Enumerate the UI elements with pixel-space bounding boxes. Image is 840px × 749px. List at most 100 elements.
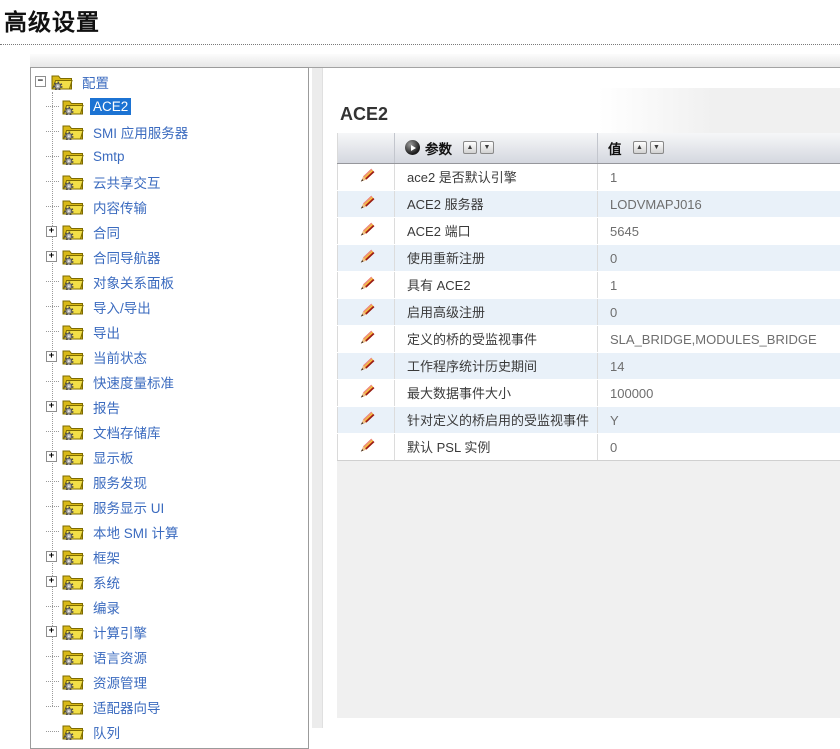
tree-item-label[interactable]: 适配器向导 [90,696,164,718]
tree-item-label[interactable]: 合同 [90,221,123,243]
tree-item-计算引擎[interactable]: + 计算引擎 [31,619,308,644]
tree-item-label[interactable]: 本地 SMI 计算 [90,521,182,543]
config-folder-icon [62,548,84,565]
tree-expander-icon[interactable]: + [46,626,57,637]
tree-expander-icon[interactable]: + [46,451,57,462]
tree-item-配置[interactable]: − 配置 [31,69,308,94]
table-row: 具有 ACE2 1 [338,271,840,298]
tree-item-适配器向导[interactable]: 适配器向导 [31,694,308,719]
edit-pencil-button[interactable] [357,194,376,217]
tree-expander-icon[interactable]: + [46,576,57,587]
tree-branch-line [46,506,59,508]
tree-item-云共享交互[interactable]: 云共享交互 [31,169,308,194]
tree-item-label[interactable]: 对象关系面板 [90,271,177,293]
tree-item-label[interactable]: 当前状态 [90,346,150,368]
tree-item-当前状态[interactable]: + 当前状态 [31,344,308,369]
tree-item-label[interactable]: 导入/导出 [90,296,154,318]
value-sort-asc-button[interactable]: ▲ [633,141,647,154]
edit-pencil-button[interactable] [357,437,376,460]
tree-expander-icon[interactable]: + [46,251,57,262]
tree-item-编录[interactable]: 编录 [31,594,308,619]
tree-item-label[interactable]: 服务发现 [90,471,150,493]
tree-item-本地 SMI 计算[interactable]: 本地 SMI 计算 [31,519,308,544]
tree-expander-icon[interactable]: + [46,351,57,362]
param-sort-asc-button[interactable]: ▲ [463,141,477,154]
edit-pencil-button[interactable] [357,275,376,298]
edit-pencil-button[interactable] [357,167,376,190]
tree-item-ACE2[interactable]: ACE2 [31,94,308,119]
edit-pencil-button[interactable] [357,248,376,271]
settings-tree: − 配置 ACE2 SMI [31,68,308,744]
tree-item-label[interactable]: 显示板 [90,446,137,468]
tree-expander-icon[interactable]: + [46,551,57,562]
tree-item-label[interactable]: 框架 [90,546,123,568]
tree-item-导出[interactable]: 导出 [31,319,308,344]
tree-item-label[interactable]: 导出 [90,321,123,343]
tree-item-label[interactable]: 服务显示 UI [90,496,167,518]
tree-item-label[interactable]: Smtp [90,148,128,165]
tree-item-label[interactable]: 资源管理 [90,671,150,693]
edit-pencil-button[interactable] [357,410,376,433]
pane-splitter[interactable] [312,68,323,728]
tree-item-label[interactable]: 云共享交互 [90,171,164,193]
tree-item-报告[interactable]: + 报告 [31,394,308,419]
edit-cell [338,190,395,217]
tree-expander-icon[interactable]: + [46,401,57,412]
tree-item-合同[interactable]: + 合同 [31,219,308,244]
edit-pencil-button[interactable] [357,302,376,325]
config-folder-icon [62,698,84,715]
table-row: 定义的桥的受监视事件 SLA_BRIDGE,MODULES_BRIDGE [338,325,840,352]
edit-pencil-button[interactable] [357,356,376,379]
tree-item-框架[interactable]: + 框架 [31,544,308,569]
tree-item-内容传输[interactable]: 内容传输 [31,194,308,219]
config-folder-icon [62,423,84,440]
param-sort-desc-button[interactable]: ▼ [480,141,494,154]
collapse-column-icon[interactable] [405,140,420,155]
tree-item-队列[interactable]: 队列 [31,719,308,744]
edit-column-header [338,133,395,163]
tree-item-label[interactable]: 内容传输 [90,196,150,218]
tree-item-label[interactable]: 快速度量标准 [90,371,177,393]
edit-pencil-button[interactable] [357,329,376,352]
value-header-label: 值 [608,138,622,158]
tree-item-文档存储库[interactable]: 文档存储库 [31,419,308,444]
tree-item-Smtp[interactable]: Smtp [31,144,308,169]
config-folder-icon [62,623,84,640]
tree-item-label[interactable]: 报告 [90,396,123,418]
tree-item-label[interactable]: 语言资源 [90,646,150,668]
tree-item-label[interactable]: 配置 [79,71,112,93]
tree-item-服务显示 UI[interactable]: 服务显示 UI [31,494,308,519]
tree-item-label[interactable]: 合同导航器 [90,246,164,268]
tree-branch-line [46,381,59,383]
config-folder-icon [62,348,84,365]
tree-item-资源管理[interactable]: 资源管理 [31,669,308,694]
tree-item-label[interactable]: SMI 应用服务器 [90,121,191,143]
tree-item-label[interactable]: 系统 [90,571,123,593]
tree-item-导入/导出[interactable]: 导入/导出 [31,294,308,319]
content-pane: ACE2 参数 ▲ ▼ [323,68,840,728]
tree-item-语言资源[interactable]: 语言资源 [31,644,308,669]
tree-branch-line [46,731,59,733]
tree-item-显示板[interactable]: + 显示板 [31,444,308,469]
tree-item-对象关系面板[interactable]: 对象关系面板 [31,269,308,294]
tree-item-系统[interactable]: + 系统 [31,569,308,594]
tree-item-合同导航器[interactable]: + 合同导航器 [31,244,308,269]
tree-item-SMI 应用服务器[interactable]: SMI 应用服务器 [31,119,308,144]
param-value-cell: 14 [598,352,840,379]
edit-pencil-button[interactable] [357,383,376,406]
config-folder-icon [62,573,84,590]
tree-item-label[interactable]: 文档存储库 [90,421,164,443]
tree-expander-icon[interactable]: + [46,226,57,237]
tree-expander-icon[interactable]: − [35,76,46,87]
tree-item-快速度量标准[interactable]: 快速度量标准 [31,369,308,394]
tree-item-服务发现[interactable]: 服务发现 [31,469,308,494]
edit-pencil-button[interactable] [357,221,376,244]
value-sort-desc-button[interactable]: ▼ [650,141,664,154]
tree-item-label[interactable]: 队列 [90,721,123,743]
tree-item-label[interactable]: ACE2 [90,98,131,115]
tree-item-label[interactable]: 计算引擎 [90,621,150,643]
tree-item-label[interactable]: 编录 [90,596,123,618]
table-row: 默认 PSL 实例 0 [338,433,840,460]
tree-branch-line [46,181,59,183]
play-icon [411,145,416,151]
